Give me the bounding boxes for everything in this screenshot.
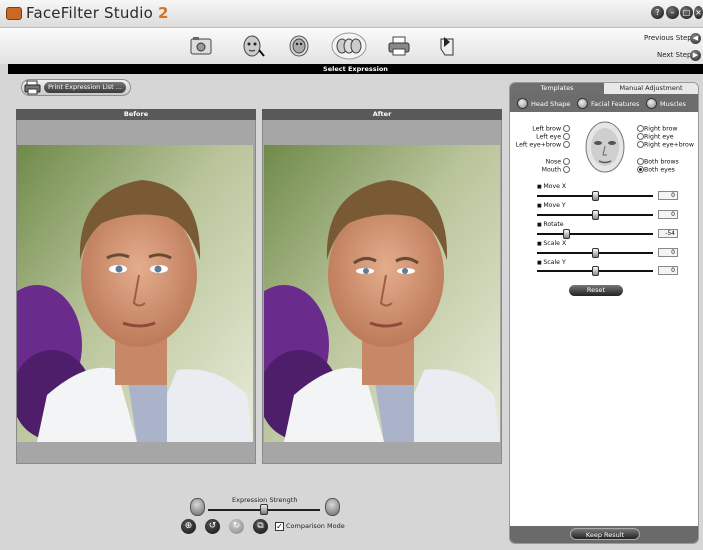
option-right-eye[interactable]: Right eye: [637, 133, 674, 141]
radio-right-eye[interactable]: [637, 133, 644, 140]
scale-x-thumb[interactable]: [592, 248, 599, 258]
move-y-thumb[interactable]: [592, 210, 599, 220]
move-y-value[interactable]: 0: [658, 210, 678, 219]
redo-icon[interactable]: ↻: [229, 519, 244, 534]
facial-features-icon: [577, 98, 588, 109]
print-list-icon: [24, 80, 41, 95]
after-photo: [264, 145, 500, 442]
option-nose[interactable]: Nose: [546, 158, 570, 166]
help-icon[interactable]: ?: [651, 6, 664, 19]
move-x-value[interactable]: 0: [658, 191, 678, 200]
select-expression-icon[interactable]: [329, 32, 369, 60]
option-left-eye[interactable]: Left eye: [536, 133, 570, 141]
rotate-label: Rotate: [537, 221, 563, 228]
scale-y-thumb[interactable]: [592, 266, 599, 276]
radio-both-brows[interactable]: [637, 158, 644, 165]
face-map-icon: [578, 117, 632, 175]
scale-y-value[interactable]: 0: [658, 266, 678, 275]
option-left-brow[interactable]: Left brow: [532, 125, 570, 133]
minimize-icon[interactable]: –: [666, 6, 679, 19]
scale-x-value[interactable]: 0: [658, 248, 678, 257]
move-y-label: Move Y: [537, 202, 565, 209]
radio-nose[interactable]: [563, 158, 570, 165]
next-step-label: Next Step: [657, 51, 692, 59]
option-both-eyes[interactable]: Both eyes: [637, 166, 675, 174]
app-title: FaceFilter Studio 2: [26, 4, 169, 22]
comparison-mode-label: Comparison Mode: [286, 522, 345, 530]
before-photo: [17, 145, 253, 442]
expression-strength-thumb[interactable]: [260, 504, 268, 515]
previous-step-button[interactable]: ◀: [690, 33, 701, 44]
face-mask-icon[interactable]: [286, 33, 312, 59]
zoom-icon[interactable]: ⊕: [181, 519, 196, 534]
step-title: Select Expression: [8, 64, 703, 74]
radio-both-eyes[interactable]: [637, 166, 644, 173]
print-expression-list-label[interactable]: Print Expression List ...: [44, 82, 126, 93]
keep-result-button[interactable]: Keep Result: [570, 528, 640, 540]
face-features-icon[interactable]: [240, 33, 266, 59]
app-logo-icon: [6, 7, 22, 20]
option-right-eye-brow[interactable]: Right eye+brow: [637, 141, 694, 149]
radio-right-eye-brow[interactable]: [637, 141, 644, 148]
radio-mouth[interactable]: [563, 166, 570, 173]
next-step-button[interactable]: ▶: [690, 50, 701, 61]
maximize-icon[interactable]: □: [680, 6, 693, 19]
move-x-label: Move X: [537, 183, 566, 190]
move-x-thumb[interactable]: [592, 191, 599, 201]
close-icon[interactable]: ×: [694, 6, 703, 19]
rotate-slider[interactable]: [537, 233, 653, 235]
before-header: Before: [16, 109, 256, 120]
rotate-thumb[interactable]: [563, 229, 570, 239]
option-left-eye-brow[interactable]: Left eye+brow: [516, 141, 570, 149]
option-both-brows[interactable]: Both brows: [637, 158, 679, 166]
scale-x-label: Scale X: [537, 240, 566, 247]
reset-button[interactable]: Reset: [569, 285, 623, 296]
copy-icon[interactable]: ⧉: [253, 519, 268, 534]
open-photo-icon[interactable]: [188, 33, 214, 59]
rotate-value[interactable]: -54: [658, 229, 678, 238]
tab-manual-adjustment[interactable]: Manual Adjustment: [604, 83, 698, 94]
undo-icon[interactable]: ↺: [205, 519, 220, 534]
radio-left-eye[interactable]: [563, 133, 570, 140]
subtab-facial-features[interactable]: Facial Features: [577, 97, 639, 110]
muscles-icon: [646, 98, 657, 109]
radio-right-brow[interactable]: [637, 125, 644, 132]
expression-strength-label: Expression Strength: [232, 496, 298, 504]
neutral-face-icon: [190, 498, 205, 516]
tab-templates[interactable]: Templates: [510, 83, 604, 94]
full-expression-face-icon: [325, 498, 340, 516]
radio-left-eye-brow[interactable]: [563, 141, 570, 148]
export-icon[interactable]: [434, 33, 460, 59]
head-shape-icon: [517, 98, 528, 109]
after-header: After: [262, 109, 502, 120]
scale-y-label: Scale Y: [537, 259, 565, 266]
subtab-head-shape[interactable]: Head Shape: [517, 97, 570, 110]
subtab-muscles[interactable]: Muscles: [646, 97, 686, 110]
previous-step-label: Previous Step: [644, 34, 692, 42]
comparison-mode-checkbox[interactable]: ✓: [275, 522, 284, 531]
radio-left-brow[interactable]: [563, 125, 570, 132]
print-icon[interactable]: [386, 33, 412, 59]
option-mouth[interactable]: Mouth: [542, 166, 570, 174]
option-right-brow[interactable]: Right brow: [637, 125, 677, 133]
